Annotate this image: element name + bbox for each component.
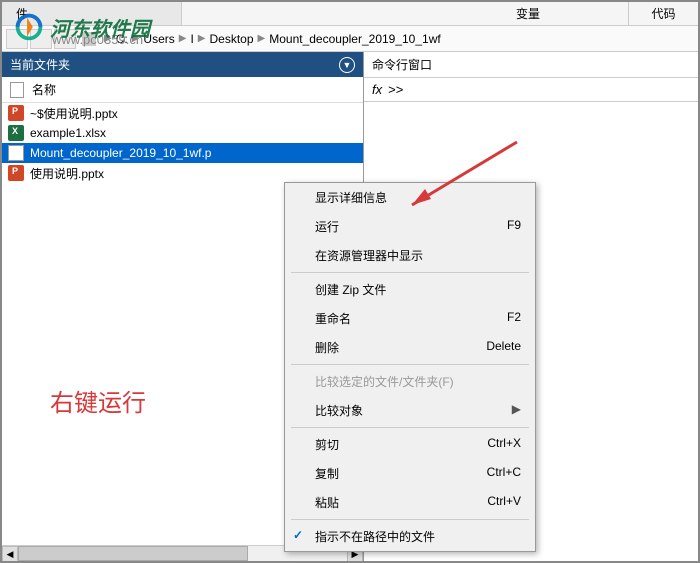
chevron-right-icon: ▶ [179, 33, 187, 44]
tab-code[interactable]: 代码 [628, 2, 698, 25]
file-name: example1.xlsx [30, 126, 106, 140]
file-row-selected[interactable]: Mount_decoupler_2019_10_1wf.p [2, 143, 363, 163]
menu-separator [291, 427, 529, 428]
menu-separator [291, 272, 529, 273]
folder-panel-header: 当前文件夹 ▼ [2, 52, 363, 77]
file-name: 使用说明.pptx [30, 165, 104, 182]
chevron-right-icon: ▶ [512, 402, 521, 419]
menu-create-zip[interactable]: 创建 Zip 文件 [285, 275, 535, 304]
xlsx-icon [8, 125, 24, 141]
menu-separator [291, 364, 529, 365]
menu-indicate-not-on-path[interactable]: ✓指示不在路径中的文件 [285, 522, 535, 551]
file-name: ~$使用说明.pptx [30, 105, 118, 122]
panel-menu-icon[interactable]: ▼ [339, 57, 355, 73]
wf-icon [8, 145, 24, 161]
breadcrumb-part[interactable]: Desktop [210, 32, 254, 46]
check-icon: ✓ [293, 528, 303, 542]
chevron-right-icon: ▶ [198, 33, 206, 44]
menu-paste[interactable]: 粘贴Ctrl+V [285, 488, 535, 517]
fx-label: fx [372, 82, 382, 97]
breadcrumb-part[interactable]: Mount_decoupler_2019_10_1wf [269, 32, 440, 46]
scroll-left-button[interactable]: ◀ [2, 546, 18, 561]
menu-show-in-explorer[interactable]: 在资源管理器中显示 [285, 241, 535, 270]
command-window-title: 命令行窗口 [364, 52, 698, 78]
column-name[interactable]: 名称 [32, 81, 56, 98]
file-row[interactable]: example1.xlsx [2, 123, 363, 143]
folder-panel-title: 当前文件夹 [10, 56, 70, 73]
watermark-site-name: 河东软件园 [50, 13, 150, 42]
menu-rename[interactable]: 重命名F2 [285, 304, 535, 333]
menu-compare-selected: 比较选定的文件/文件夹(F) [285, 367, 535, 396]
ppt-icon [8, 105, 24, 121]
fx-bar: fx >> [364, 78, 698, 102]
file-row[interactable]: 使用说明.pptx [2, 163, 363, 183]
annotation-text: 右键运行 [50, 383, 146, 418]
context-menu: 显示详细信息 运行F9 在资源管理器中显示 创建 Zip 文件 重命名F2 删除… [284, 182, 536, 552]
watermark-logo-area: 河东软件园 [10, 8, 150, 46]
ppt-icon [8, 165, 24, 181]
menu-delete[interactable]: 删除Delete [285, 333, 535, 362]
scroll-thumb[interactable] [18, 546, 248, 561]
menu-compare-against[interactable]: 比较对象▶ [285, 396, 535, 425]
menu-separator [291, 519, 529, 520]
file-icon [10, 82, 24, 98]
file-name: Mount_decoupler_2019_10_1wf.p [30, 146, 211, 160]
annotation-arrow-icon [397, 137, 527, 217]
tab-variables[interactable]: 变量 [428, 2, 628, 25]
file-list-header: 名称 [2, 77, 363, 103]
fx-prompt[interactable]: >> [388, 82, 403, 97]
menu-copy[interactable]: 复制Ctrl+C [285, 459, 535, 488]
menu-cut[interactable]: 剪切Ctrl+X [285, 430, 535, 459]
file-row[interactable]: ~$使用说明.pptx [2, 103, 363, 123]
site-logo-icon [10, 8, 48, 46]
breadcrumb-part[interactable]: I [190, 32, 193, 46]
chevron-right-icon: ▶ [258, 33, 266, 44]
